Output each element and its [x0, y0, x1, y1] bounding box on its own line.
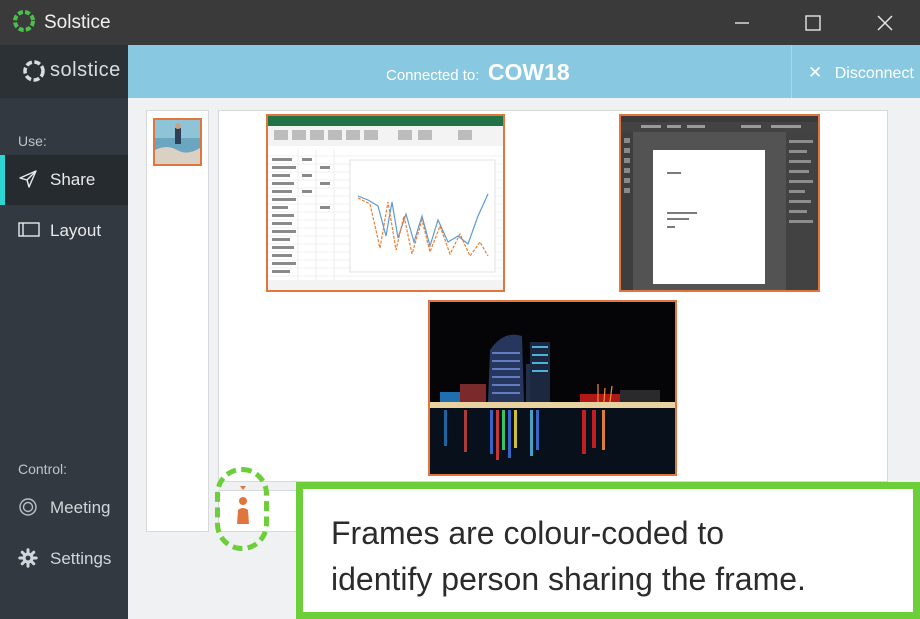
- callout-text: Frames are colour-coded to identify pers…: [331, 510, 906, 602]
- layout-icon: [18, 222, 40, 237]
- beach-photo-thumbnail[interactable]: [153, 118, 202, 166]
- sidebar-item-label: Share: [50, 170, 96, 189]
- callout-line-2: identify person sharing the frame.: [331, 561, 806, 597]
- solstice-logo-icon: [13, 10, 35, 32]
- close-icon: [877, 14, 893, 31]
- maximize-button[interactable]: [777, 0, 849, 45]
- disconnect-button[interactable]: ✕ Disconnect: [808, 63, 914, 83]
- sidebar-item-label: Layout: [50, 221, 102, 240]
- header-divider: [791, 45, 792, 98]
- close-icon: ✕: [808, 63, 823, 82]
- window-title: Solstice: [44, 12, 111, 33]
- connected-label: Connected to:: [386, 67, 480, 84]
- control-section-label: Control:: [18, 461, 68, 477]
- sidebar-item-share[interactable]: Share: [0, 155, 128, 205]
- excel-spreadsheet-frame[interactable]: [266, 114, 505, 292]
- connection-header: Connected to: COW18 ✕ Disconnect: [128, 45, 920, 98]
- send-icon: [19, 170, 37, 188]
- meeting-icon: [19, 498, 37, 516]
- photo-icon: [155, 120, 200, 164]
- city-night-photo-frame[interactable]: [428, 300, 677, 476]
- solstice-brand-icon: [23, 60, 45, 82]
- source-thumbnail-strip: [146, 110, 209, 532]
- person-icon[interactable]: [237, 486, 249, 526]
- photo-icon: [430, 302, 675, 474]
- title-bar: Solstice: [0, 0, 920, 45]
- sidebar-item-meeting[interactable]: Meeting: [0, 483, 128, 533]
- sidebar-item-label: Meeting: [50, 498, 111, 517]
- minimize-button[interactable]: [706, 0, 778, 45]
- spreadsheet-icon: [268, 116, 503, 290]
- maximize-icon: [805, 14, 821, 31]
- sidebar: solstice Use: Share Layout Control: Meet…: [0, 45, 128, 619]
- sidebar-item-settings[interactable]: Settings: [0, 534, 128, 584]
- brand-name: solstice: [50, 59, 121, 81]
- use-section-label: Use:: [18, 133, 47, 149]
- sidebar-item-label: Settings: [50, 549, 112, 568]
- document-icon: [621, 116, 818, 290]
- document-editor-frame[interactable]: [619, 114, 820, 292]
- sidebar-item-layout[interactable]: Layout: [0, 206, 128, 256]
- room-name: COW18: [487, 59, 570, 85]
- disconnect-label: Disconnect: [834, 65, 914, 82]
- minimize-icon: [735, 21, 749, 24]
- close-button[interactable]: [849, 0, 920, 45]
- gear-icon: [18, 548, 38, 568]
- brand-header: solstice: [0, 45, 128, 98]
- connection-status: Connected to: COW18: [386, 59, 570, 86]
- callout-line-1: Frames are colour-coded to: [331, 515, 725, 551]
